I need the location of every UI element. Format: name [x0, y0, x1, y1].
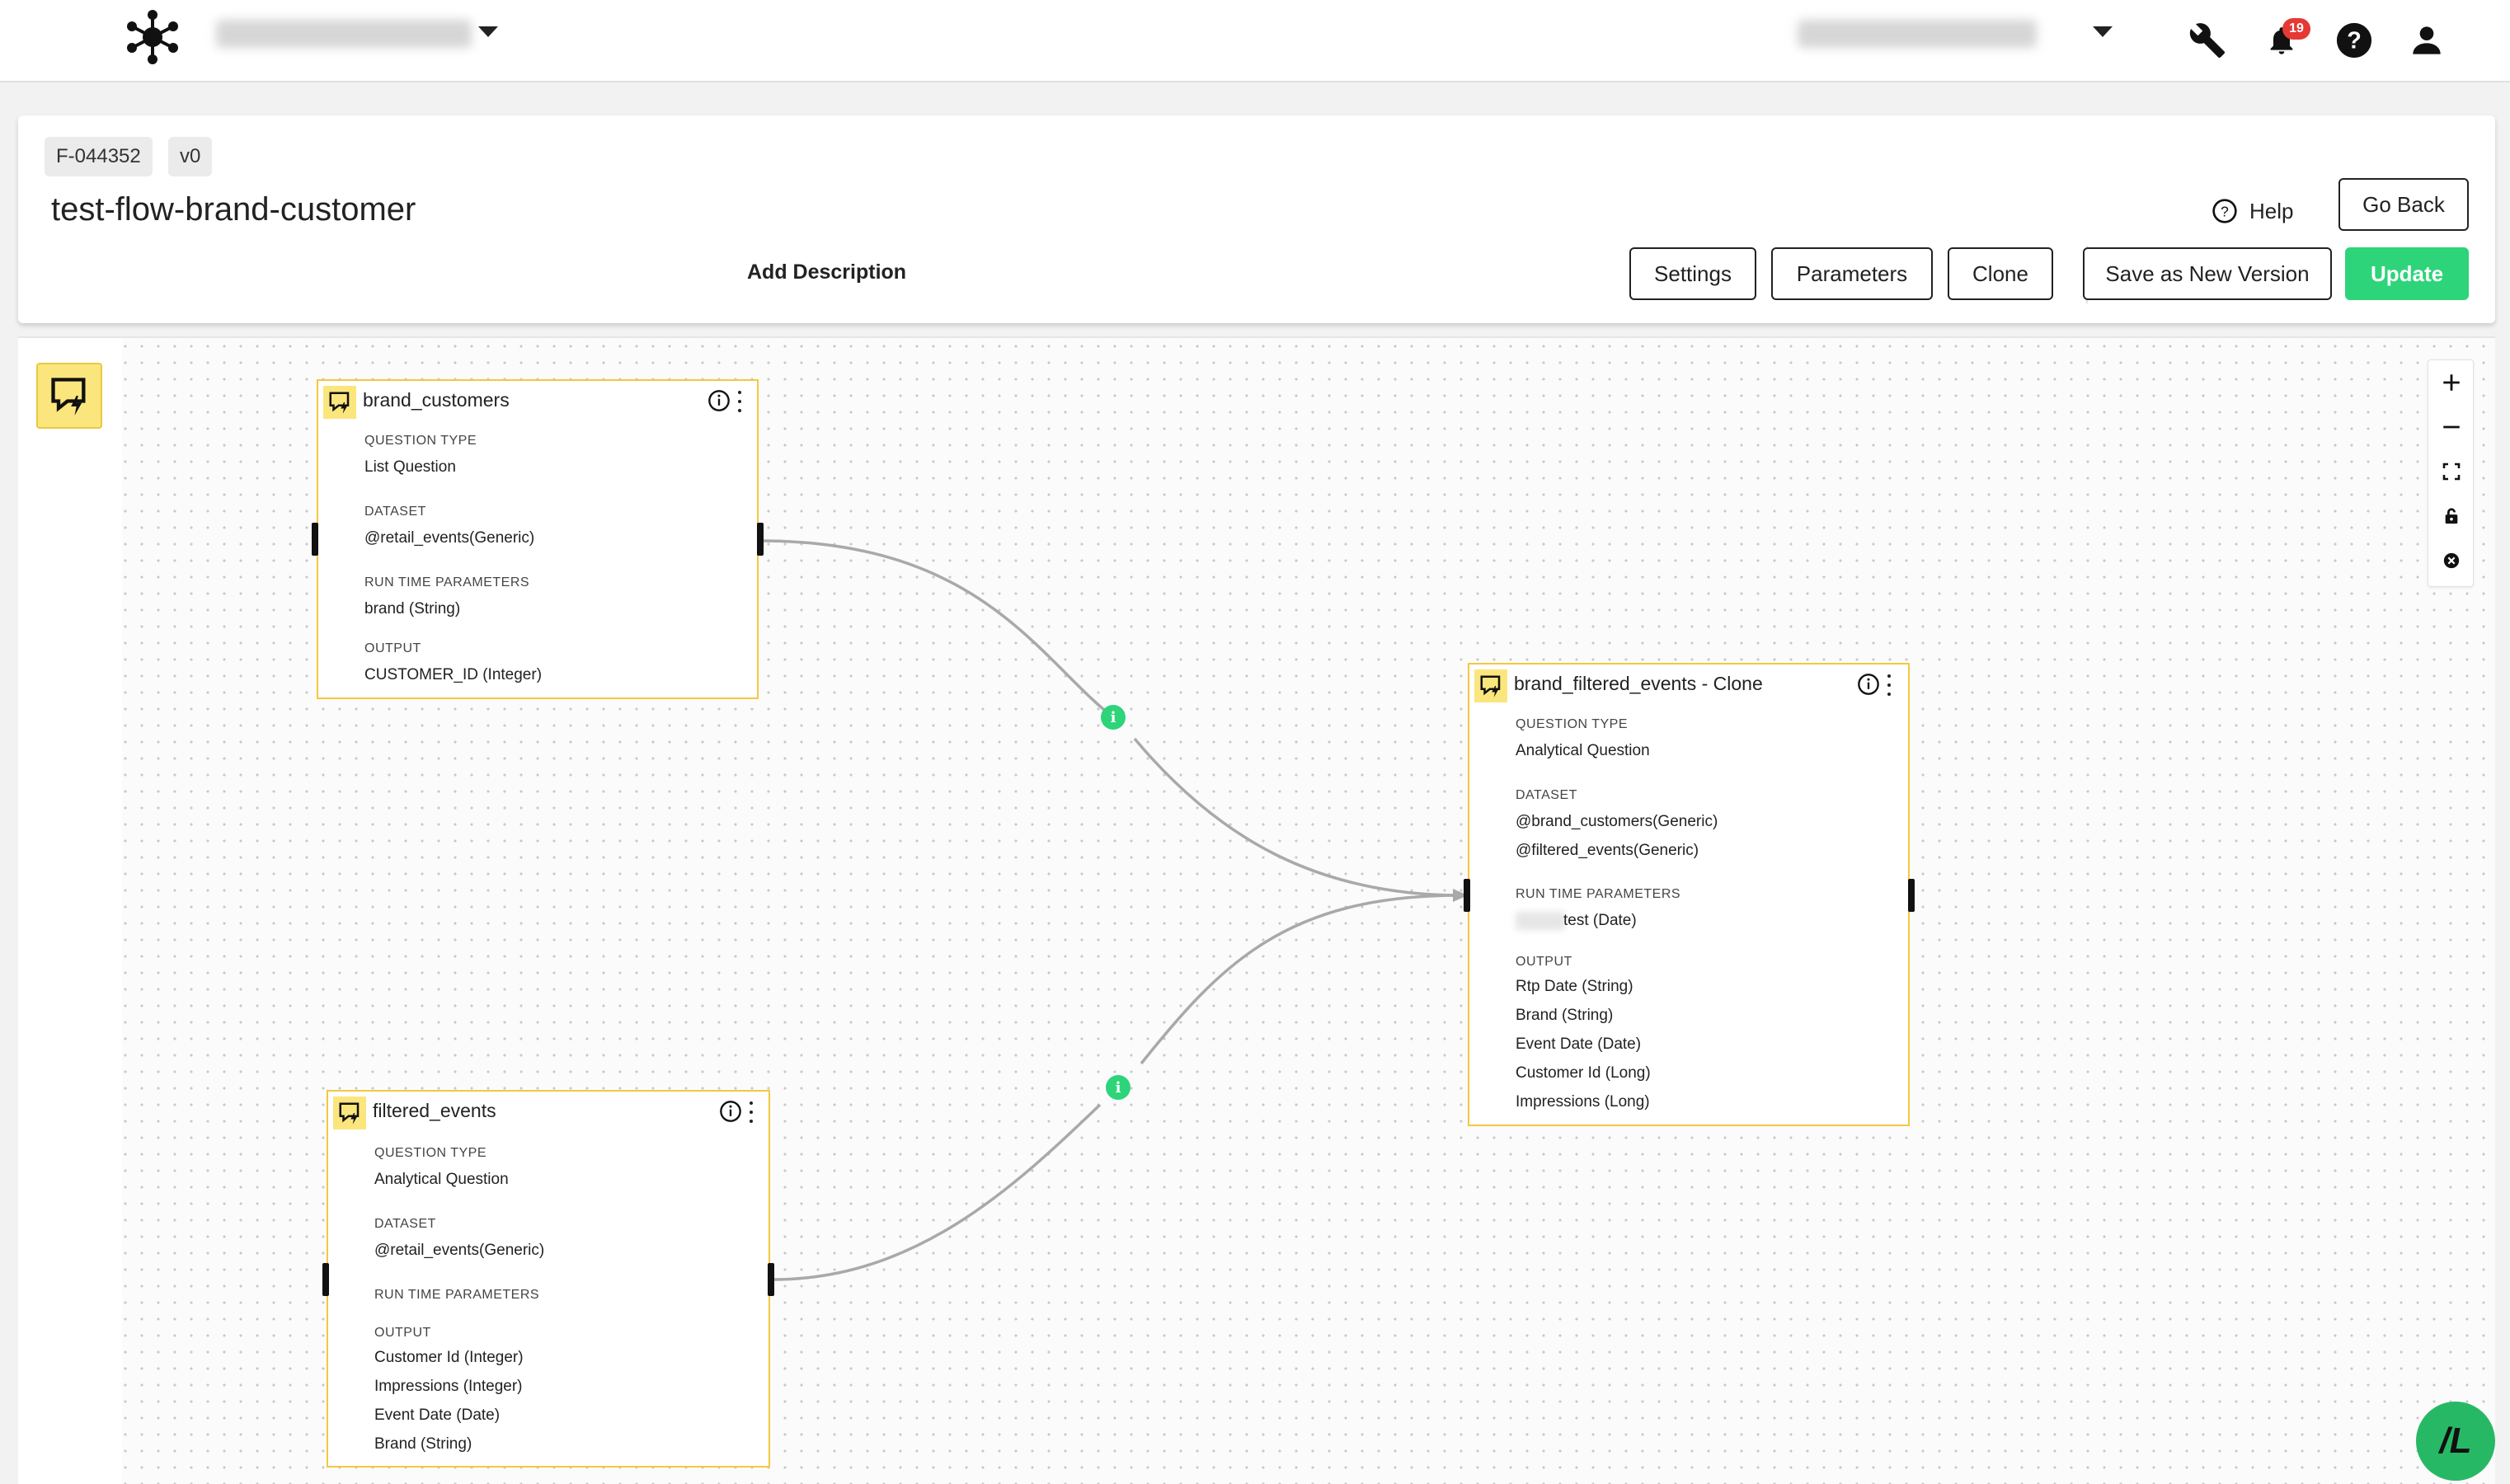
- fit-view-icon[interactable]: [2428, 449, 2475, 494]
- node-header: brand_filtered_events - Clone: [1469, 665, 1908, 707]
- dataset-value: @retail_events(Generic): [364, 529, 535, 547]
- zoom-out-icon[interactable]: [2428, 405, 2475, 449]
- output-value: Customer Id (Integer): [374, 1349, 524, 1366]
- output-value: Event Date (Date): [374, 1407, 501, 1424]
- node-filtered-events[interactable]: filtered_events QUESTION TYPE Analytical…: [327, 1090, 770, 1468]
- question-flash-icon: [333, 1097, 366, 1129]
- param-value: brand (String): [364, 600, 461, 618]
- input-handle[interactable]: [312, 523, 318, 556]
- node-brand-customers[interactable]: brand_customers QUESTION TYPE List Quest…: [317, 379, 759, 699]
- question-type-label: QUESTION TYPE: [364, 434, 477, 448]
- dataset-label: DATASET: [374, 1217, 436, 1231]
- dataset-label: DATASET: [364, 505, 426, 519]
- edge-info-icon[interactable]: i: [1106, 1075, 1130, 1100]
- output-label: OUTPUT: [1516, 955, 1572, 969]
- question-type-value: Analytical Question: [374, 1171, 509, 1188]
- dataset-value: @filtered_events(Generic): [1516, 842, 1699, 859]
- dataset-value: @retail_events(Generic): [374, 1242, 545, 1259]
- output-handle[interactable]: [757, 523, 764, 556]
- question-flash-icon: [323, 386, 356, 419]
- output-value: CUSTOMER_ID (Integer): [364, 666, 543, 683]
- output-handle[interactable]: [768, 1263, 774, 1296]
- question-type-label: QUESTION TYPE: [374, 1146, 487, 1160]
- params-label: RUN TIME PARAMETERS: [1516, 887, 1681, 901]
- params-label: RUN TIME PARAMETERS: [364, 575, 530, 589]
- question-type-value: Analytical Question: [1516, 742, 1650, 759]
- output-value: Brand (String): [374, 1435, 472, 1453]
- node-brand-filtered-events-clone[interactable]: brand_filtered_events - Clone QUESTION T…: [1468, 663, 1910, 1126]
- output-value: Brand (String): [1516, 1007, 1614, 1024]
- question-type-label: QUESTION TYPE: [1516, 717, 1629, 731]
- info-icon[interactable]: [719, 1100, 742, 1123]
- kebab-menu-icon[interactable]: [747, 1101, 755, 1123]
- node-title: filtered_events: [373, 1100, 496, 1121]
- output-value: Impressions (Long): [1516, 1093, 1650, 1111]
- output-value: Rtp Date (String): [1516, 978, 1633, 995]
- output-label: OUTPUT: [374, 1326, 431, 1340]
- reset-icon[interactable]: [2428, 538, 2475, 583]
- output-label: OUTPUT: [364, 641, 421, 655]
- lock-icon[interactable]: [2428, 494, 2475, 538]
- question-flash-icon: [1474, 669, 1507, 702]
- assistant-fab-button[interactable]: /L: [2416, 1402, 2495, 1481]
- node-title: brand_filtered_events - Clone: [1514, 673, 1763, 694]
- info-icon[interactable]: [707, 389, 731, 412]
- output-handle[interactable]: [1908, 879, 1915, 912]
- input-handle[interactable]: [322, 1263, 329, 1296]
- node-title: brand_customers: [363, 389, 510, 411]
- dataset-value: @brand_customers(Generic): [1516, 813, 1718, 830]
- info-icon[interactable]: [1857, 673, 1880, 696]
- input-handle[interactable]: [1464, 879, 1470, 912]
- params-label: RUN TIME PARAMETERS: [374, 1288, 540, 1302]
- param-value: test (Date): [1563, 912, 1637, 929]
- canvas-controls: [2428, 359, 2474, 587]
- kebab-menu-icon[interactable]: [1885, 674, 1893, 696]
- kebab-menu-icon[interactable]: [736, 391, 744, 412]
- node-header: filtered_events: [328, 1092, 769, 1134]
- question-type-value: List Question: [364, 458, 456, 476]
- zoom-in-icon[interactable]: [2428, 360, 2475, 405]
- redacted-param-prefix: [1516, 912, 1565, 930]
- dataset-label: DATASET: [1516, 788, 1577, 802]
- output-value: Event Date (Date): [1516, 1036, 1642, 1053]
- output-value: Customer Id (Long): [1516, 1064, 1651, 1082]
- output-value: Impressions (Integer): [374, 1378, 523, 1395]
- node-header: brand_customers: [318, 381, 757, 424]
- edge-info-icon[interactable]: i: [1101, 705, 1126, 730]
